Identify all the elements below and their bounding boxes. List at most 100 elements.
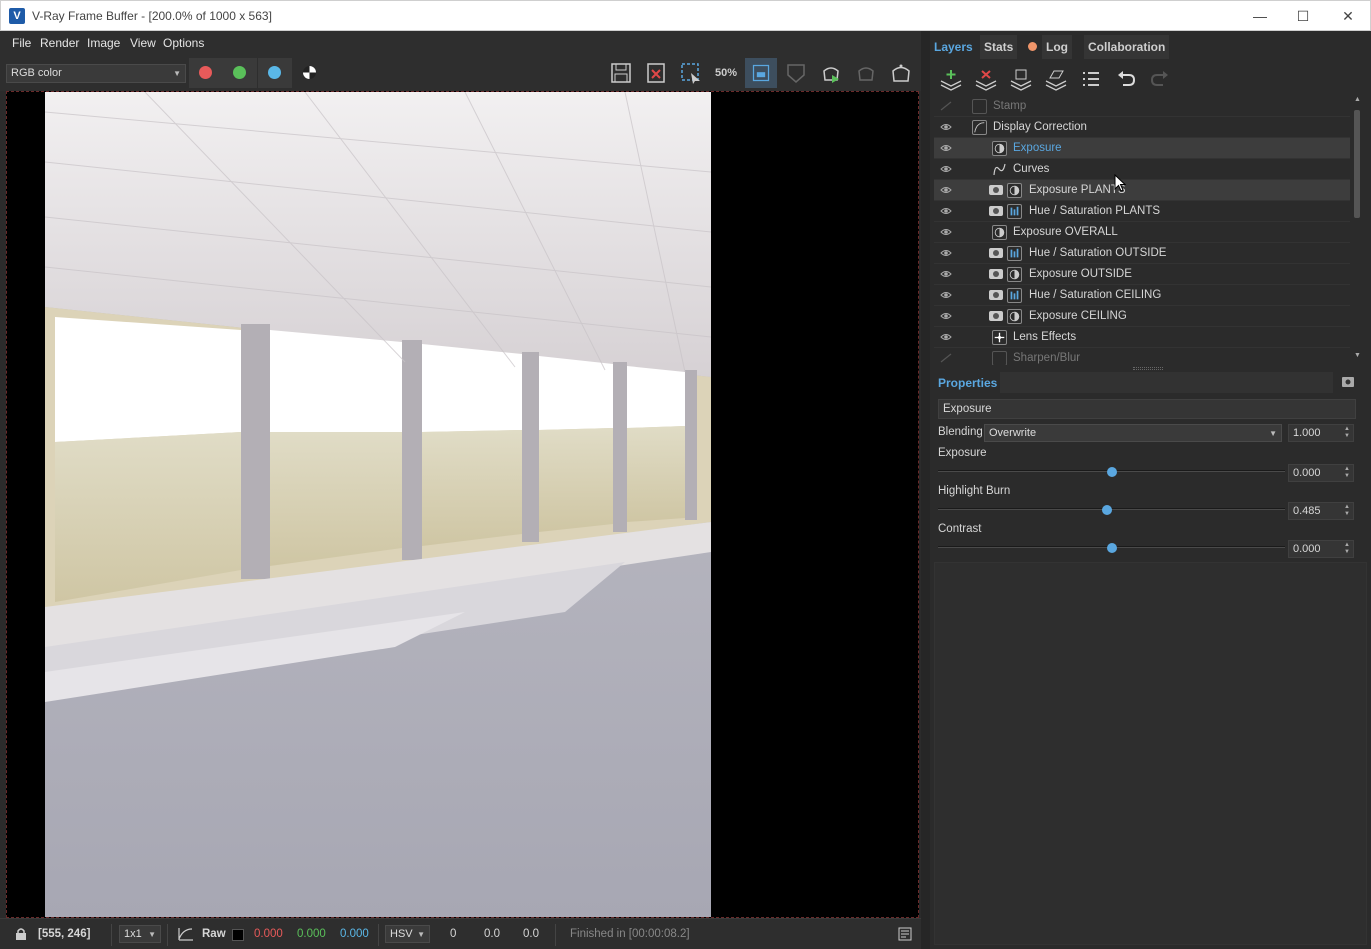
layer-row-exposure[interactable]: Exposure [934, 138, 1350, 159]
menu-image[interactable]: Image [87, 36, 120, 50]
menu-options[interactable]: Options [163, 36, 204, 50]
mask-icon[interactable] [989, 269, 1003, 279]
exposure-spinner[interactable]: 0.000 ▲ ▼ [1288, 464, 1354, 482]
stop-render-icon[interactable] [854, 61, 878, 85]
undo-icon[interactable] [1113, 67, 1139, 91]
mask-icon[interactable] [989, 248, 1003, 258]
scrollbar-thumb[interactable] [1354, 110, 1360, 218]
delete-layer-icon[interactable] [973, 67, 999, 91]
render-status-message: Finished in [00:00:08.2] [570, 928, 690, 940]
stamp-icon [972, 99, 987, 114]
menu-view[interactable]: View [130, 36, 156, 50]
layer-row-display-correction[interactable]: Display Correction [934, 117, 1350, 138]
layer-toolbar [930, 61, 1371, 95]
tab-collaboration[interactable]: Collaboration [1084, 35, 1170, 59]
layer-presets-icon[interactable] [1078, 67, 1104, 91]
eye-icon[interactable] [940, 248, 952, 258]
eye-icon[interactable] [940, 143, 952, 153]
fit-view-button[interactable] [745, 58, 777, 88]
color-space-select[interactable]: HSV ▼ [385, 925, 430, 943]
chevron-down-icon: ▼ [148, 930, 156, 939]
scroll-down-icon[interactable]: ▼ [1354, 352, 1361, 359]
eye-icon[interactable] [940, 185, 952, 195]
slider-label-highlight-burn: Highlight Burn [938, 485, 1011, 497]
eye-icon[interactable] [940, 311, 952, 321]
region-render-icon[interactable] [679, 61, 703, 85]
add-layer-icon[interactable] [938, 67, 964, 91]
properties-header: Properties [930, 372, 1371, 394]
layer-row-curves[interactable]: Curves [934, 159, 1350, 180]
highlight-burn-slider-handle[interactable] [1102, 505, 1112, 515]
visibility-disabled-icon[interactable] [940, 353, 952, 363]
clear-image-icon[interactable] [644, 61, 668, 85]
mask-icon[interactable] [989, 206, 1003, 216]
mask-icon[interactable] [989, 290, 1003, 300]
layer-row-stamp[interactable]: Stamp [934, 96, 1350, 117]
eye-icon[interactable] [940, 122, 952, 132]
contrast-slider-handle[interactable] [1107, 543, 1117, 553]
log-warning-icon [1028, 42, 1037, 51]
layer-name-field[interactable]: Exposure [938, 399, 1356, 419]
menu-render[interactable]: Render [40, 36, 79, 50]
tab-log[interactable]: Log [1042, 35, 1072, 59]
track-mouse-icon[interactable] [784, 61, 808, 85]
render-viewport[interactable] [6, 91, 919, 918]
layer-row-hue-saturation-plants[interactable]: Hue / Saturation PLANTS [934, 201, 1350, 222]
properties-header-bar [1000, 372, 1333, 393]
layer-row-exposure-overall[interactable]: Exposure OVERALL [934, 222, 1350, 243]
exposure-icon [1007, 309, 1022, 324]
eye-icon[interactable] [940, 290, 952, 300]
preview-icon[interactable] [1342, 377, 1354, 387]
zoom-50-button[interactable]: 50% [714, 61, 738, 85]
blending-amount-spinner[interactable]: 1.000 ▲ ▼ [1288, 424, 1354, 442]
layer-label: Hue / Saturation CEILING [1029, 289, 1162, 301]
blending-mode-select[interactable]: Overwrite ▼ [984, 424, 1282, 442]
scroll-up-icon[interactable]: ▲ [1354, 96, 1361, 103]
layer-row-sharpen-blur[interactable]: Sharpen/Blur [934, 348, 1350, 365]
layer-row-exposure-ceiling[interactable]: Exposure CEILING [934, 306, 1350, 327]
visibility-disabled-icon[interactable] [940, 101, 952, 111]
spinner-arrows-icon: ▲ ▼ [1344, 542, 1350, 555]
redo-icon[interactable] [1147, 67, 1173, 91]
eye-icon[interactable] [940, 206, 952, 216]
tab-layers[interactable]: Layers [930, 35, 977, 59]
eye-icon[interactable] [940, 227, 952, 237]
save-layers-icon[interactable] [1008, 67, 1034, 91]
close-button[interactable]: ✕ [1326, 1, 1370, 31]
minimize-button[interactable]: — [1238, 1, 1282, 31]
resize-handle[interactable] [1133, 367, 1163, 370]
pixel-ratio-value: 1x1 [124, 928, 142, 940]
exposure-slider-handle[interactable] [1107, 467, 1117, 477]
pixel-ratio-select[interactable]: 1x1 ▼ [119, 925, 161, 943]
layer-row-hue-saturation-outside[interactable]: Hue / Saturation OUTSIDE [934, 243, 1350, 264]
eye-icon[interactable] [940, 164, 952, 174]
curves-icon [992, 162, 1007, 177]
layer-row-exposure-outside[interactable]: Exposure OUTSIDE [934, 264, 1350, 285]
layers-panel: Layers Stats Log Collaboration Stamp Dis… [930, 31, 1371, 949]
interactive-render-icon[interactable] [889, 61, 913, 85]
layer-row-exposure-plants[interactable]: Exposure PLANTS [934, 180, 1350, 201]
save-icon[interactable] [609, 61, 633, 85]
render-teapot-icon[interactable] [819, 61, 843, 85]
curve-icon[interactable] [178, 927, 194, 941]
layer-row-lens-effects[interactable]: Lens Effects [934, 327, 1350, 348]
tab-stats[interactable]: Stats [980, 35, 1018, 59]
toggle-log-icon[interactable] [898, 927, 912, 941]
highlight-burn-spinner[interactable]: 0.485 ▲ ▼ [1288, 502, 1354, 520]
lock-icon[interactable] [14, 927, 28, 941]
load-layers-icon[interactable] [1043, 67, 1069, 91]
contrast-spinner[interactable]: 0.000 ▲ ▼ [1288, 540, 1354, 558]
eye-icon[interactable] [940, 269, 952, 279]
mask-icon[interactable] [989, 311, 1003, 321]
eye-icon[interactable] [940, 332, 952, 342]
panel-splitter[interactable] [921, 31, 930, 949]
mask-icon[interactable] [989, 185, 1003, 195]
menu-file[interactable]: File [12, 36, 31, 50]
maximize-button[interactable]: ☐ [1281, 1, 1325, 31]
exposure-icon [992, 225, 1007, 240]
layer-row-hue-saturation-ceiling[interactable]: Hue / Saturation CEILING [934, 285, 1350, 306]
layers-scrollbar[interactable]: ▲ ▼ [1352, 96, 1362, 365]
chevron-down-icon: ▼ [173, 69, 181, 78]
alpha-channel-icon[interactable] [303, 66, 316, 79]
channel-select[interactable]: RGB color ▼ [6, 64, 186, 83]
